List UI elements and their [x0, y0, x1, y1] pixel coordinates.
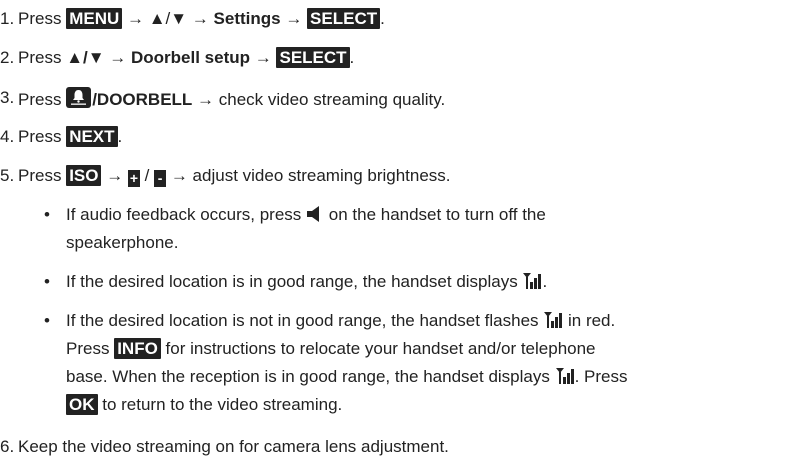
bullet-text: for instructions to relocate your handse…: [160, 339, 596, 358]
step-text: .: [117, 127, 123, 146]
step-number: 1.: [0, 9, 15, 28]
step-text: →: [280, 9, 308, 28]
bullet-text: to return to the video streaming.: [97, 395, 343, 414]
step-text: → adjust video streaming brightness.: [166, 166, 451, 185]
speaker-icon: [306, 206, 324, 228]
bullet-dot: •: [44, 205, 50, 224]
menu-key: MENU: [66, 8, 123, 29]
signal-strength-icon: [543, 311, 563, 334]
step-text: Press: [18, 48, 67, 67]
step-text: → ▲/▼ →: [122, 9, 214, 28]
step-number: 2.: [0, 48, 15, 67]
step-number: 4.: [0, 127, 15, 146]
bullet-text: .: [542, 272, 548, 291]
step-text: Press: [18, 9, 67, 28]
bullet-text: speakerphone.: [66, 233, 179, 252]
next-key: NEXT: [66, 126, 118, 147]
signal-strength-icon: [555, 367, 575, 390]
step-text: → check video streaming quality.: [192, 90, 446, 109]
bullet-text: . Press: [574, 367, 628, 386]
bullet-text: If audio feedback occurs, press: [66, 205, 307, 224]
arrow-keys: ▲/▼: [66, 48, 105, 67]
step-text: Press: [18, 127, 67, 146]
bullet-text: If the desired location is not in good r…: [66, 311, 544, 330]
doorbell-key-label: /DOORBELL: [92, 90, 193, 109]
doorbell-icon: [66, 87, 92, 108]
bullet-text: on the handset to turn off the: [324, 205, 546, 224]
settings-label: Settings: [213, 9, 281, 28]
step-number: 5.: [0, 166, 15, 185]
step-text: →: [101, 166, 128, 185]
step-number: 3.: [0, 88, 15, 107]
bullet-text: base. When the reception is in good rang…: [66, 367, 555, 386]
bullet-text: Press: [66, 339, 115, 358]
minus-key: -: [154, 170, 167, 187]
bullet-text: in red.: [563, 311, 616, 330]
step-text: Keep the video streaming on for camera l…: [18, 437, 449, 456]
step-text: /: [139, 166, 155, 185]
step-text: →: [104, 48, 132, 67]
plus-key: +: [127, 170, 140, 187]
bullet-dot: •: [44, 272, 50, 291]
signal-strength-icon: [522, 272, 542, 295]
step-text: →: [250, 48, 277, 67]
ok-key: OK: [66, 394, 98, 415]
step-number: 6.: [0, 437, 15, 456]
bullet-dot: •: [44, 311, 50, 330]
step-text: Press: [18, 90, 67, 109]
select-key: SELECT: [276, 47, 350, 68]
bullet-text: If the desired location is in good range…: [66, 272, 523, 291]
info-key: INFO: [114, 338, 161, 359]
select-key: SELECT: [307, 8, 381, 29]
step-text: .: [380, 9, 385, 28]
step-text: .: [349, 48, 355, 67]
step-text: Press: [18, 166, 67, 185]
iso-key: ISO: [66, 165, 102, 186]
doorbell-setup-label: Doorbell setup: [131, 48, 251, 67]
